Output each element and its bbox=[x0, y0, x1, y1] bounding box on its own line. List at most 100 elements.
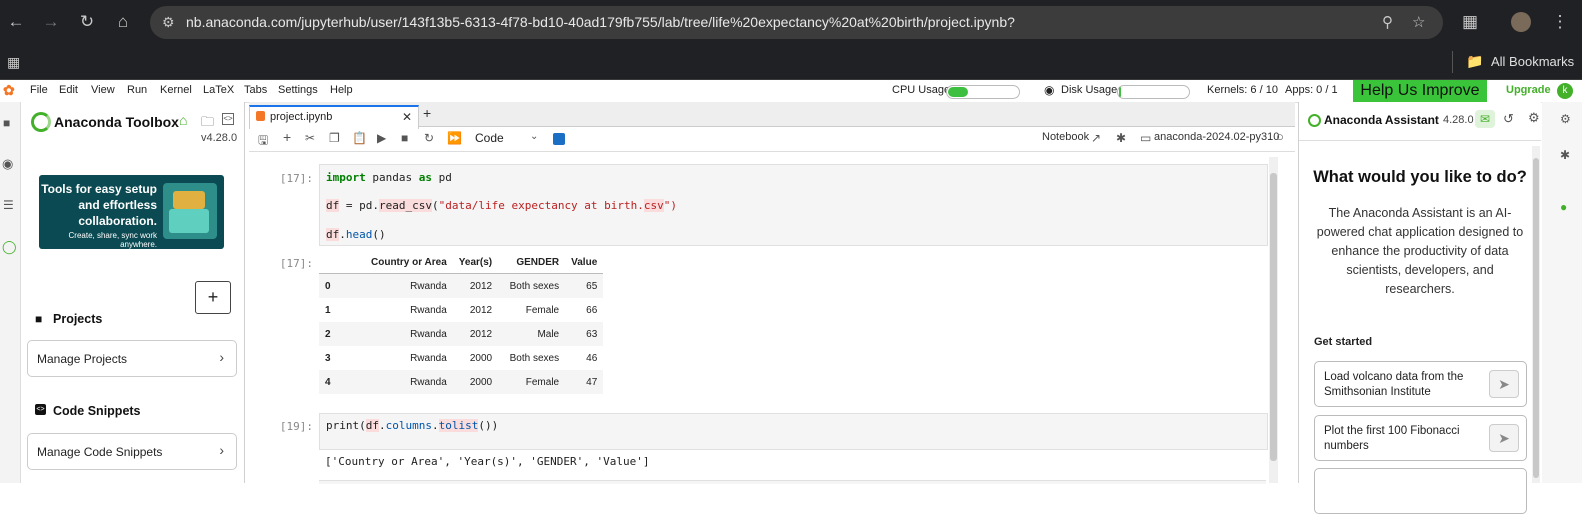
property-inspector-icon[interactable] bbox=[553, 133, 565, 145]
assistant-scrollbar[interactable] bbox=[1532, 146, 1540, 483]
notebook-tabbar: project.ipynb ✕ + bbox=[249, 102, 1295, 129]
promo-banner[interactable]: Tools for easy setup and effortless coll… bbox=[39, 175, 224, 249]
property-icon[interactable]: ⚙ bbox=[1560, 112, 1571, 126]
toolbox-title: Anaconda Toolbox bbox=[54, 114, 179, 130]
assistant-title: Anaconda Assistant bbox=[1324, 113, 1439, 127]
suggested-prompt-card[interactable] bbox=[1314, 468, 1527, 514]
extensions-icon[interactable]: ▦ bbox=[1460, 12, 1480, 32]
home-icon[interactable]: ⌂ bbox=[113, 12, 133, 32]
kernel-name[interactable]: anaconda-2024.02-py310 bbox=[1154, 131, 1279, 143]
toolbox-home-icon[interactable]: ⌂ bbox=[179, 112, 187, 128]
back-arrow-icon[interactable]: ← bbox=[6, 12, 26, 32]
user-avatar[interactable]: k bbox=[1557, 83, 1573, 99]
apps-grid-icon[interactable]: ▦ bbox=[7, 54, 20, 71]
table-row: 0 Rwanda 2012 Both sexes 65 bbox=[319, 273, 604, 298]
bookmark-star-icon[interactable]: ☆ bbox=[1412, 13, 1425, 31]
file-browser-icon[interactable]: ■ bbox=[3, 116, 10, 130]
code-cell-input[interactable]: print(df.columns.tolist()) bbox=[319, 413, 1268, 450]
code-snippets-heading: Code Snippets bbox=[53, 404, 141, 418]
table-header: Country or Area bbox=[365, 251, 453, 274]
menu-run[interactable]: Run bbox=[127, 84, 147, 96]
debugger-icon[interactable]: ✱ bbox=[1116, 131, 1126, 145]
bookmarks-bar: ▦ 📁 All Bookmarks bbox=[0, 45, 1582, 80]
profile-avatar[interactable] bbox=[1511, 12, 1531, 32]
menu-edit[interactable]: Edit bbox=[59, 84, 78, 96]
table-cell: 2012 bbox=[469, 280, 493, 292]
table-cell: 4 bbox=[325, 376, 331, 388]
notebook-toolbar: 🖫 + ✂ ❐ 📋 ▶ ■ ↻ ⏩ Code ⌄ Notebook ↗ ✱ ▭ … bbox=[249, 127, 1295, 152]
bookmark-divider bbox=[1452, 51, 1453, 73]
cut-icon[interactable]: ✂ bbox=[305, 131, 315, 145]
browser-menu-icon[interactable]: ⋮ bbox=[1550, 12, 1570, 32]
forward-arrow-icon[interactable]: → bbox=[41, 12, 61, 32]
menu-latex[interactable]: LaTeX bbox=[203, 84, 234, 96]
restart-icon[interactable]: ↻ bbox=[424, 131, 434, 145]
add-button[interactable]: + bbox=[195, 281, 231, 314]
menu-help[interactable]: Help bbox=[330, 84, 353, 96]
insert-cell-icon[interactable]: + bbox=[283, 129, 291, 145]
toc-icon[interactable]: ☰ bbox=[3, 198, 14, 212]
help-us-improve-button[interactable]: Help Us Improve bbox=[1353, 80, 1487, 102]
anaconda-toolbox-tab-icon[interactable]: ◯ bbox=[2, 239, 17, 255]
table-cell: 66 bbox=[586, 304, 598, 316]
run-all-icon[interactable]: ⏩ bbox=[447, 131, 462, 145]
activity-bar: ■ ◉ ☰ ◯ bbox=[0, 102, 21, 483]
suggested-prompt-text: Plot the first 100 Fibonacci numbers bbox=[1324, 425, 1460, 452]
address-bar[interactable]: ⚙ nb.anaconda.com/jupyterhub/user/143f13… bbox=[150, 6, 1443, 39]
reload-icon[interactable]: ↻ bbox=[77, 12, 97, 32]
toolbox-code-icon[interactable]: <> bbox=[222, 113, 234, 125]
assistant-heading: What would you like to do? bbox=[1313, 168, 1527, 186]
zoom-icon[interactable]: ⚲ bbox=[1382, 13, 1393, 31]
scrollbar-thumb[interactable] bbox=[1270, 173, 1277, 461]
notebook-label: Notebook bbox=[1042, 131, 1090, 143]
running-icon[interactable]: ◉ bbox=[2, 156, 13, 172]
url-text: nb.anaconda.com/jupyterhub/user/143f13b5… bbox=[186, 14, 1015, 30]
settings-gear-icon[interactable]: ⚙ bbox=[1528, 110, 1540, 126]
scrollbar-thumb[interactable] bbox=[1533, 158, 1539, 478]
close-tab-icon[interactable]: ✕ bbox=[402, 110, 412, 124]
debugger-sidebar-icon[interactable]: ✱ bbox=[1560, 148, 1570, 162]
history-icon[interactable]: ↺ bbox=[1503, 111, 1514, 127]
menu-file[interactable]: File bbox=[30, 84, 48, 96]
table-cell: 1 bbox=[325, 304, 331, 316]
menu-kernel[interactable]: Kernel bbox=[160, 84, 192, 96]
code-cell-input[interactable]: import pandas as pd df = pd.read_csv("da… bbox=[319, 164, 1268, 246]
cpu-usage-meter bbox=[946, 85, 1020, 99]
assistant-divider bbox=[1299, 140, 1541, 141]
menu-tabs[interactable]: Tabs bbox=[244, 84, 267, 96]
manage-code-snippets-button[interactable]: Manage Code Snippets › bbox=[27, 433, 237, 470]
menu-view[interactable]: View bbox=[91, 84, 115, 96]
browser-toolbar: ← → ↻ ⌂ ⚙ nb.anaconda.com/jupyterhub/use… bbox=[0, 0, 1582, 45]
chevron-down-icon[interactable]: ⌄ bbox=[530, 131, 538, 142]
table-header bbox=[319, 251, 365, 274]
all-bookmarks-link[interactable]: All Bookmarks bbox=[1491, 54, 1574, 69]
assistant-logo-icon bbox=[1308, 114, 1321, 127]
notebook-scrollbar[interactable] bbox=[1269, 157, 1278, 483]
cell-output-text: ['Country or Area', 'Year(s)', 'GENDER',… bbox=[325, 455, 650, 468]
assistant-sidebar-icon[interactable]: ● bbox=[1560, 200, 1567, 214]
stop-icon[interactable]: ■ bbox=[401, 131, 408, 145]
tab-project-ipynb[interactable]: project.ipynb ✕ bbox=[249, 105, 419, 129]
new-tab-icon[interactable]: + bbox=[423, 105, 431, 121]
site-info-icon[interactable]: ⚙ bbox=[162, 14, 175, 31]
run-icon[interactable]: ▶ bbox=[377, 131, 386, 145]
new-chat-icon[interactable]: ✉ bbox=[1475, 110, 1495, 128]
chevron-right-icon: › bbox=[219, 442, 224, 458]
upgrade-link[interactable]: Upgrade bbox=[1506, 84, 1551, 96]
open-external-icon[interactable]: ↗ bbox=[1091, 131, 1101, 145]
send-icon[interactable]: ➤ bbox=[1489, 424, 1519, 452]
assistant-description: The Anaconda Assistant is an AI-powered … bbox=[1316, 206, 1524, 296]
anaconda-assistant-panel: Anaconda Assistant 4.28.0 ✉ ↺ ⚙ What wou… bbox=[1298, 102, 1541, 514]
copy-icon[interactable]: ❐ bbox=[329, 131, 340, 145]
cell-type-select[interactable]: Code bbox=[475, 131, 504, 145]
menu-settings[interactable]: Settings bbox=[278, 84, 318, 96]
paste-icon[interactable]: 📋 bbox=[352, 131, 367, 145]
suggested-prompt-card[interactable]: Plot the first 100 Fibonacci numbers ➤ bbox=[1314, 415, 1527, 461]
suggested-prompt-card[interactable]: Load volcano data from the Smithsonian I… bbox=[1314, 361, 1527, 407]
send-icon[interactable]: ➤ bbox=[1489, 370, 1519, 398]
next-cell[interactable] bbox=[319, 480, 1266, 484]
table-cell: 2000 bbox=[469, 352, 493, 364]
save-icon[interactable]: 🖫 bbox=[258, 131, 268, 152]
anaconda-toolbox-panel: Anaconda Toolbox ⌂ 🗀 <> v4.28.0 Tools fo… bbox=[21, 102, 245, 483]
manage-projects-button[interactable]: Manage Projects › bbox=[27, 340, 237, 377]
